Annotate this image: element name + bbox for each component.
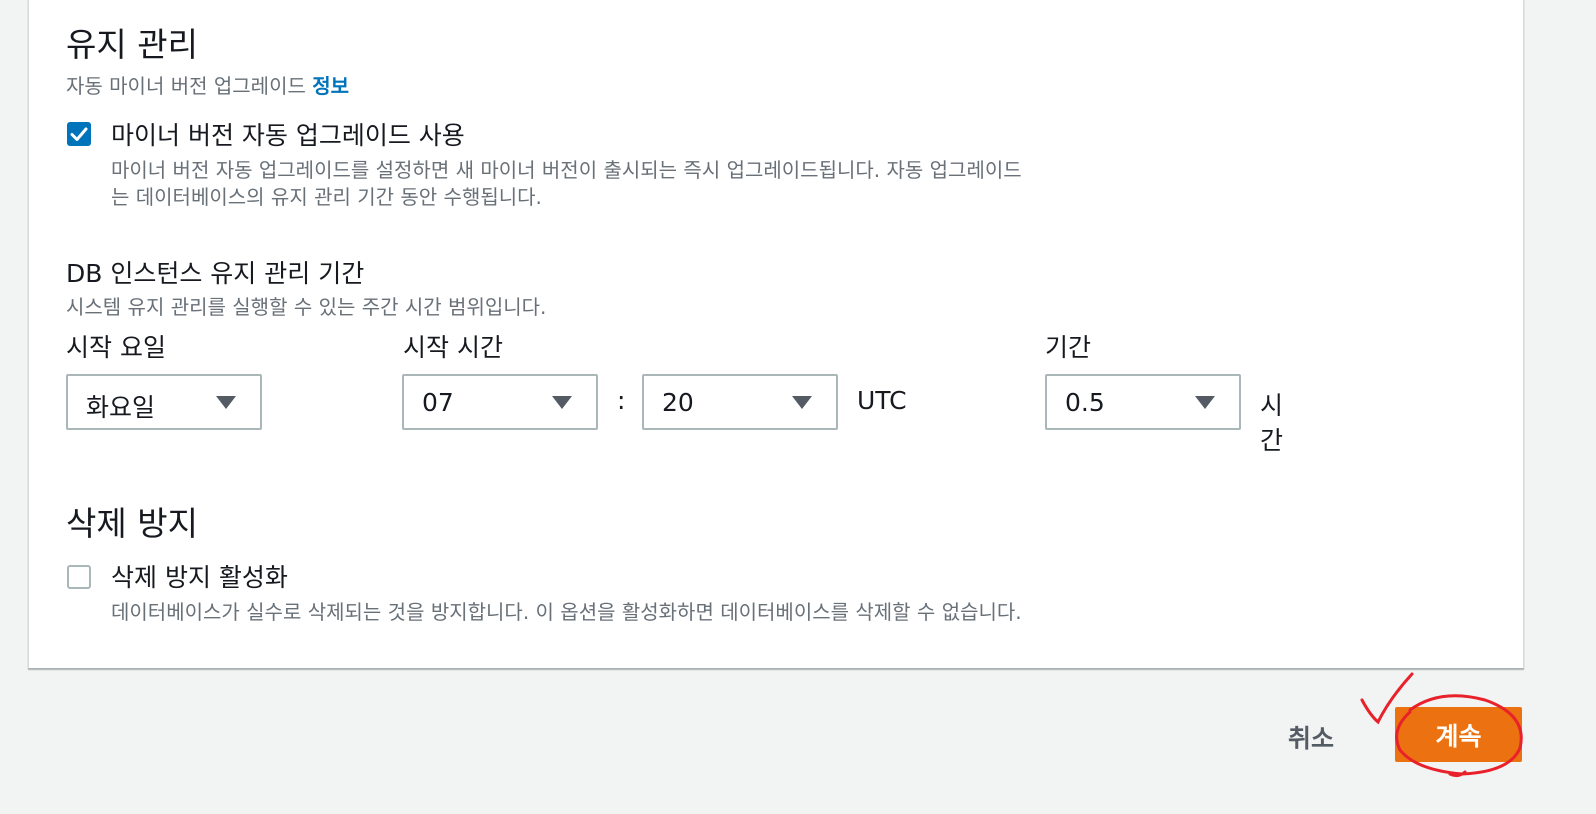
maintenance-window-title: DB 인스턴스 유지 관리 기간 (66, 259, 365, 288)
duration-label: 기간 (1045, 333, 1092, 362)
timezone-label: UTC (857, 386, 907, 415)
duration-value: 0.5 (1065, 388, 1105, 417)
caret-down-icon (1195, 396, 1215, 409)
time-separator: : (617, 386, 626, 415)
settings-panel: 유지 관리 자동 마이너 버전 업그레이드 정보 마이너 버전 자동 업그레이드… (28, 0, 1524, 668)
duration-unit-line1: 시 (1260, 391, 1284, 420)
auto-upgrade-subtitle: 자동 마이너 버전 업그레이드 정보 (66, 70, 349, 99)
caret-down-icon (792, 396, 812, 409)
auto-upgrade-desc-line2: 는 데이터베이스의 유지 관리 기간 동안 수행됩니다. (111, 185, 542, 209)
deletion-protection-checkbox[interactable] (67, 565, 91, 589)
duration-select[interactable]: 0.5 (1045, 374, 1241, 430)
deletion-protection-desc: 데이터베이스가 실수로 삭제되는 것을 방지합니다. 이 옵션을 활성화하면 데… (111, 600, 1022, 624)
auto-upgrade-subtitle-text: 자동 마이너 버전 업그레이드 (66, 74, 306, 98)
auto-upgrade-checkbox[interactable] (67, 122, 91, 146)
deletion-protection-heading: 삭제 방지 (66, 504, 198, 543)
start-hour-select[interactable]: 07 (402, 374, 598, 430)
maintenance-window-desc: 시스템 유지 관리를 실행할 수 있는 주간 시간 범위입니다. (66, 295, 547, 319)
caret-down-icon (216, 396, 236, 409)
auto-upgrade-desc-line1: 마이너 버전 자동 업그레이드를 설정하면 새 마이너 버전이 출시되는 즉시 … (111, 158, 1022, 182)
cancel-button[interactable]: 취소 (1288, 719, 1334, 755)
start-hour-value: 07 (422, 388, 454, 417)
start-time-label: 시작 시간 (403, 333, 503, 362)
start-day-value: 화요일 (86, 393, 156, 422)
maintenance-heading: 유지 관리 (66, 25, 198, 64)
auto-upgrade-label[interactable]: 마이너 버전 자동 업그레이드 사용 (111, 116, 465, 152)
start-minute-value: 20 (662, 388, 694, 417)
caret-down-icon (552, 396, 572, 409)
checkmark-icon (70, 127, 88, 141)
duration-unit-line2: 간 (1260, 426, 1284, 455)
continue-button-label: 계속 (1435, 721, 1482, 751)
continue-button[interactable]: 계속 (1395, 707, 1522, 762)
deletion-protection-label[interactable]: 삭제 방지 활성화 (111, 558, 288, 594)
start-day-label: 시작 요일 (66, 333, 166, 362)
info-link[interactable]: 정보 (312, 74, 349, 98)
start-minute-select[interactable]: 20 (642, 374, 838, 430)
start-day-select[interactable]: 화요일 (66, 374, 262, 430)
